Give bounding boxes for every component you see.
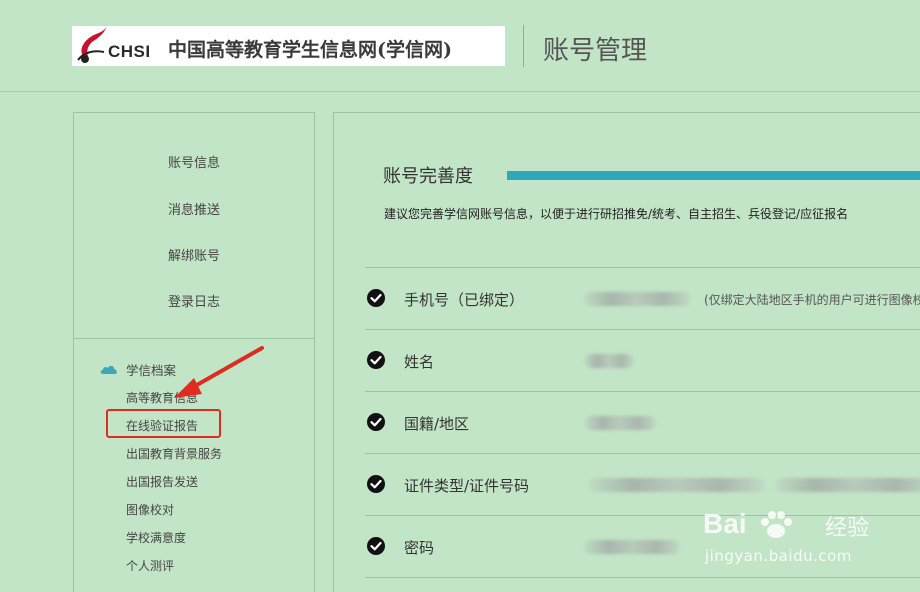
check-circle-icon bbox=[367, 289, 385, 307]
field-row-id: 证件类型/证件号码 bbox=[365, 453, 920, 515]
field-row-nationality: 国籍/地区 bbox=[365, 391, 920, 453]
completeness-description: 建议您完善学信网账号信息，以便于进行研招推免/统考、自主招生、兵役登记/应征报名 bbox=[384, 207, 849, 221]
field-row-password: 密码 bbox=[365, 515, 920, 577]
name-value-blurred bbox=[584, 354, 634, 368]
sidebar-item-account-info[interactable]: 账号信息 bbox=[74, 152, 314, 171]
id-number-value-blurred bbox=[775, 478, 920, 492]
sidebar-item-overseas-report-send[interactable]: 出国报告发送 bbox=[126, 473, 198, 490]
row-divider bbox=[365, 577, 920, 578]
check-circle-icon bbox=[367, 413, 385, 431]
id-type-value-blurred bbox=[589, 478, 764, 492]
field-label-nationality: 国籍/地区 bbox=[404, 415, 470, 433]
sidebar-item-login-log[interactable]: 登录日志 bbox=[74, 291, 314, 310]
completeness-progress-bar bbox=[507, 171, 920, 180]
sidebar-item-overseas-education-service[interactable]: 出国教育背景服务 bbox=[126, 445, 222, 462]
field-label-password: 密码 bbox=[404, 539, 435, 557]
sidebar-item-unbind-account[interactable]: 解绑账号 bbox=[74, 245, 314, 264]
annotation-arrow-icon bbox=[174, 346, 264, 398]
sidebar-item-school-satisfaction[interactable]: 学校满意度 bbox=[126, 529, 186, 546]
check-circle-icon bbox=[367, 351, 385, 369]
phone-value-blurred bbox=[584, 292, 690, 306]
chsi-logo-icon bbox=[77, 26, 107, 63]
sidebar-item-message-push[interactable]: 消息推送 bbox=[74, 199, 314, 218]
field-label-name: 姓名 bbox=[404, 353, 435, 371]
field-label-phone: 手机号（已绑定） bbox=[404, 291, 525, 309]
site-header: CHSI 中国高等教育学生信息网(学信网) 账号管理 bbox=[0, 0, 920, 92]
sidebar-item-image-proofreading[interactable]: 图像校对 bbox=[126, 501, 174, 518]
main-panel: 账号完善度 建议您完善学信网账号信息，以便于进行研招推免/统考、自主招生、兵役登… bbox=[333, 112, 920, 592]
password-value-blurred bbox=[584, 540, 680, 554]
phone-note: (仅绑定大陆地区手机的用户可进行图像校 bbox=[704, 293, 920, 307]
field-label-id: 证件类型/证件号码 bbox=[404, 477, 530, 495]
site-name: 中国高等教育学生信息网(学信网) bbox=[168, 39, 452, 61]
field-row-name: 姓名 bbox=[365, 329, 920, 391]
site-logo[interactable]: CHSI 中国高等教育学生信息网(学信网) bbox=[72, 26, 505, 66]
check-circle-icon bbox=[367, 537, 385, 555]
check-circle-icon bbox=[367, 475, 385, 493]
header-divider bbox=[523, 25, 524, 67]
field-row-phone: 手机号（已绑定） (仅绑定大陆地区手机的用户可进行图像校 bbox=[365, 267, 920, 329]
account-menu: 账号信息 消息推送 解绑账号 登录日志 bbox=[74, 113, 314, 339]
completeness-title: 账号完善度 bbox=[383, 166, 473, 187]
sidebar-item-personal-assessment[interactable]: 个人测评 bbox=[126, 557, 174, 574]
completeness-progress-fill bbox=[507, 171, 920, 180]
cloud-icon bbox=[100, 365, 117, 374]
page-title: 账号管理 bbox=[543, 36, 648, 66]
logo-abbr: CHSI bbox=[108, 42, 151, 61]
nationality-value-blurred bbox=[584, 416, 656, 430]
